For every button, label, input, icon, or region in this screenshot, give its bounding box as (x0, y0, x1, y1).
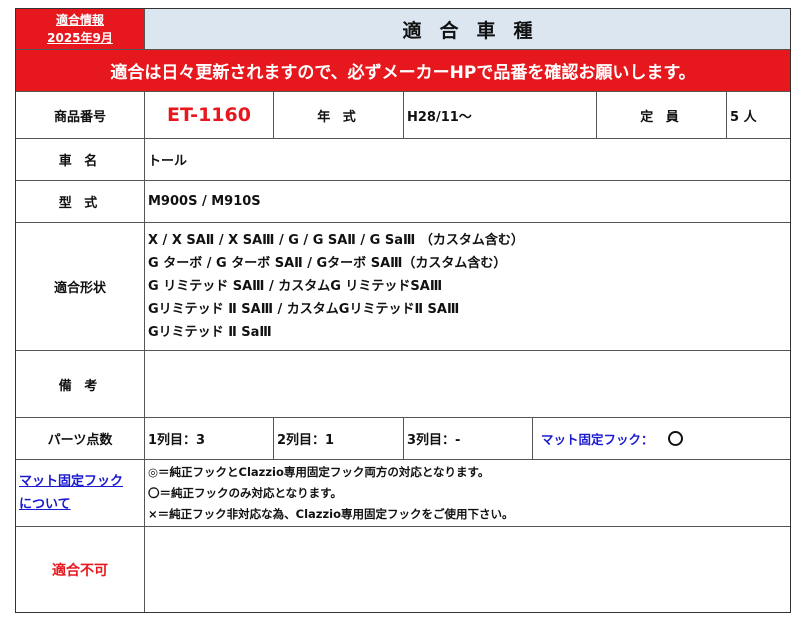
hook-note: ◎＝純正フックとClazzio専用固定フック両方の対応となります。 (148, 464, 490, 479)
row3-parts: 3列目：- (404, 418, 533, 459)
parts-row: パーツ点数 1列目：3 2列目：1 3列目：- マット固定フック： (16, 418, 790, 460)
fit-shape-line: G ターボ / G ターボ SAⅡ / Gターボ SAⅢ（カスタム含む） (148, 256, 507, 271)
badge-date: 2025年9月 (47, 31, 113, 45)
model-value: M900S / M910S (148, 194, 261, 209)
capacity-label: 定 員 (597, 92, 727, 138)
mat-hook-label: マット固定フック： (541, 432, 654, 447)
hook-info-label: マット固定フック について (16, 460, 145, 526)
row1-parts: 1列目：3 (145, 418, 274, 459)
model-label: 型 式 (16, 181, 145, 222)
parts-count-label: パーツ点数 (16, 418, 145, 459)
hook-note: 〇＝純正フックのみ対応となります。 (148, 485, 343, 500)
year-value: H28/11～ (404, 92, 597, 138)
not-fit-label: 適合不可 (16, 527, 145, 612)
page-title: 適合車種 (145, 9, 790, 49)
car-name-label: 車 名 (16, 139, 145, 180)
fit-info-badge: 適合情報 2025年9月 (16, 9, 145, 49)
hook-info-notes: ◎＝純正フックとClazzio専用固定フック両方の対応となります。 〇＝純正フッ… (145, 460, 790, 526)
fit-shape-line: Gリミテッド Ⅱ SAⅢ / カスタムGリミテッドⅡ SAⅢ (148, 302, 460, 317)
product-number-label: 商品番号 (16, 92, 145, 138)
fitment-sheet: 適合情報 2025年9月 適合車種 適合は日々更新されますので、必ずメーカーHP… (15, 8, 791, 613)
hook-info-label-line1: マット固定フック (19, 474, 124, 489)
remarks-row: 備 考 (16, 351, 790, 418)
hook-note: ×＝純正フック非対応な為、Clazzio専用固定フックをご使用下さい。 (148, 506, 514, 521)
remarks-label: 備 考 (16, 351, 145, 417)
car-name-row: 車 名 トール (16, 139, 790, 181)
remarks-value (145, 351, 790, 417)
hook-info-row: マット固定フック について ◎＝純正フックとClazzio専用固定フック両方の対… (16, 460, 790, 527)
row2-parts: 2列目：1 (274, 418, 404, 459)
fit-shapes-row: 適合形状 X / X SAⅡ / X SAⅢ / G / G SAⅡ / G S… (16, 223, 790, 351)
fit-shape-line: Gリミテッド Ⅱ SaⅢ (148, 325, 272, 340)
fit-shape-line: G リミテッド SAⅢ / カスタムG リミテッドSAⅢ (148, 279, 443, 294)
mat-hook-status: マット固定フック： (533, 418, 790, 459)
car-name-value: トール (148, 154, 188, 169)
product-number: ET-1160 (145, 92, 274, 138)
model-row: 型 式 M900S / M910S (16, 181, 790, 223)
not-fit-value (145, 527, 790, 612)
hook-info-label-line2: について (19, 497, 71, 512)
badge-title: 適合情報 (55, 13, 104, 27)
not-fit-row: 適合不可 (16, 527, 790, 612)
year-label: 年 式 (274, 92, 404, 138)
header-row: 適合情報 2025年9月 適合車種 (16, 9, 790, 50)
circle-mark-icon (667, 431, 683, 446)
fit-shapes-label: 適合形状 (16, 223, 145, 350)
capacity-value: 5 人 (730, 109, 757, 125)
notice-banner: 適合は日々更新されますので、必ずメーカーHPで品番を確認お願いします。 (16, 50, 790, 92)
fit-shapes-list: X / X SAⅡ / X SAⅢ / G / G SAⅡ / G SaⅢ （カ… (145, 223, 790, 350)
spec-row: 商品番号 ET-1160 年 式 H28/11～ 定 員 5 人 (16, 92, 790, 139)
fit-shape-line: X / X SAⅡ / X SAⅢ / G / G SAⅡ / G SaⅢ （カ… (148, 233, 524, 248)
